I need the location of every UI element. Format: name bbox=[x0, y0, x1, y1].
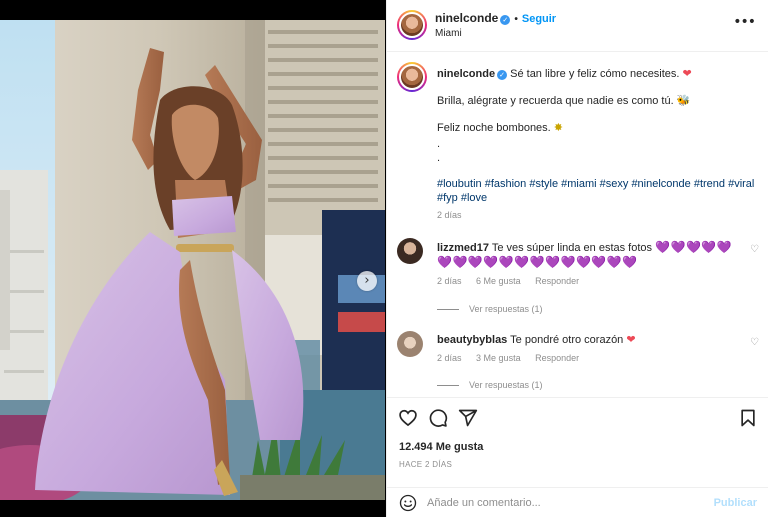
caption-text-1: Sé tan libre y feliz cómo necesites. bbox=[510, 68, 680, 80]
post-header: ninelconde ✓ • Seguir Miami ••• bbox=[387, 0, 768, 52]
comment-time: 2 días bbox=[437, 276, 462, 286]
author-avatar[interactable] bbox=[397, 10, 427, 40]
instagram-post: › ninelconde ✓ • Seguir Miami ••• ninelcond… bbox=[0, 0, 768, 517]
post-age: HACE 2 DÍAS bbox=[399, 460, 453, 469]
reply-button[interactable]: Responder bbox=[535, 353, 579, 363]
comment-likes[interactable]: 3 Me gusta bbox=[476, 353, 521, 363]
caption-author-avatar[interactable] bbox=[397, 62, 427, 92]
post-photo[interactable]: › bbox=[0, 20, 385, 500]
author-line: ninelconde ✓ • Seguir bbox=[435, 11, 556, 25]
author-username[interactable]: ninelconde bbox=[435, 11, 498, 25]
photo-illustration bbox=[0, 20, 385, 500]
purple-hearts-emoji-line-2: 💜💜💜💜💜💜💜💜💜💜💜💜💜 bbox=[437, 255, 638, 269]
red-heart-emoji: ❤ bbox=[626, 334, 636, 346]
comment-body: Te pondré otro corazón bbox=[510, 334, 624, 346]
carousel-next-button[interactable]: › bbox=[357, 271, 377, 291]
commenter-username[interactable]: lizzmed17 bbox=[437, 242, 489, 254]
share-icon[interactable] bbox=[458, 408, 478, 428]
comment-text: lizzmed17 Te ves súper linda en estas fo… bbox=[437, 240, 737, 270]
commenter-username[interactable]: beautybyblas bbox=[437, 334, 507, 346]
follow-button[interactable]: Seguir bbox=[522, 13, 556, 25]
post-location[interactable]: Miami bbox=[435, 28, 462, 39]
view-replies-label: Ver respuestas (1) bbox=[469, 304, 543, 314]
separator-dot: • bbox=[514, 14, 518, 25]
post-details-panel: ninelconde ✓ • Seguir Miami ••• ninelconde ✓… bbox=[386, 0, 768, 517]
caption-timestamp: 2 días bbox=[437, 210, 462, 220]
comment-text: beautybyblas Te pondré otro corazón ❤ bbox=[437, 333, 737, 347]
comment-time: 2 días bbox=[437, 353, 462, 363]
commenter-avatar[interactable] bbox=[397, 238, 423, 264]
caption-hashtags[interactable]: #loubutin #fashion #style #miami #sexy #… bbox=[437, 177, 757, 205]
comment-meta: 2 días 3 Me gusta Responder bbox=[437, 353, 591, 363]
likes-count[interactable]: 12.494 Me gusta bbox=[399, 441, 483, 453]
post-caption: ninelconde ✓ Sé tan libre y feliz cómo ne… bbox=[437, 67, 757, 165]
caption-dot-2: . bbox=[437, 152, 441, 164]
add-comment-bar: Publicar bbox=[387, 487, 768, 517]
comment-item: beautybyblas Te pondré otro corazón ❤ ♡ … bbox=[397, 331, 759, 391]
caption-dot-1: . bbox=[437, 138, 441, 150]
commenter-avatar[interactable] bbox=[397, 331, 423, 357]
comment-body: Te ves súper linda en estas fotos bbox=[491, 242, 653, 254]
comment-input[interactable] bbox=[427, 494, 707, 512]
view-replies-button[interactable]: Ver respuestas (1) bbox=[437, 380, 543, 390]
heart-icon[interactable] bbox=[398, 408, 418, 428]
caption-line-1: ninelconde ✓ Sé tan libre y feliz cómo ne… bbox=[437, 67, 757, 81]
verified-badge-icon: ✓ bbox=[497, 70, 508, 80]
sparkle-emoji: ✸ bbox=[553, 122, 564, 134]
reply-button[interactable]: Responder bbox=[535, 276, 579, 286]
more-options-icon[interactable]: ••• bbox=[733, 14, 756, 30]
view-replies-button[interactable]: Ver respuestas (1) bbox=[437, 304, 543, 314]
red-heart-emoji: ❤ bbox=[682, 68, 692, 80]
comment-like-icon[interactable]: ♡ bbox=[750, 244, 759, 255]
verified-badge-icon: ✓ bbox=[500, 15, 511, 25]
bookmark-icon[interactable] bbox=[739, 408, 757, 428]
purple-hearts-emoji: 💜💜💜💜💜 bbox=[655, 240, 733, 254]
view-replies-label: Ver respuestas (1) bbox=[469, 380, 543, 390]
caption-line-2: Brilla, alégrate y recuerda que nadie es… bbox=[437, 94, 757, 108]
caption-text-3: Feliz noche bombones. bbox=[437, 122, 551, 134]
comment-meta: 2 días 6 Me gusta Responder bbox=[437, 276, 591, 286]
comment-icon[interactable] bbox=[428, 408, 448, 428]
replies-divider bbox=[437, 385, 459, 387]
caption-line-3: Feliz noche bombones. ✸ bbox=[437, 121, 757, 135]
smile-icon[interactable] bbox=[399, 494, 417, 512]
comment-item: lizzmed17 Te ves súper linda en estas fo… bbox=[397, 238, 759, 314]
comment-like-icon[interactable]: ♡ bbox=[750, 337, 759, 348]
replies-divider bbox=[437, 309, 459, 311]
publish-button[interactable]: Publicar bbox=[714, 497, 757, 509]
caption-text-2: Brilla, alégrate y recuerda que nadie es… bbox=[437, 95, 674, 107]
caption-username[interactable]: ninelconde bbox=[437, 68, 495, 80]
bee-emoji: 🐝 bbox=[676, 95, 691, 107]
comment-likes[interactable]: 6 Me gusta bbox=[476, 276, 521, 286]
